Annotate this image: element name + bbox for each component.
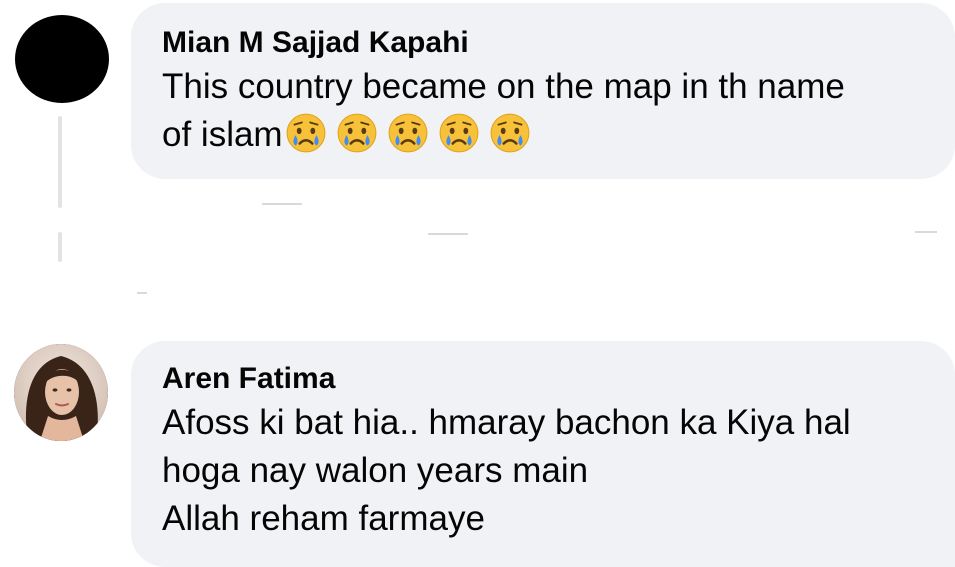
crying-face-icon: [337, 113, 377, 153]
divider: [137, 292, 147, 294]
thread-line: [58, 116, 62, 208]
crying-face-icon: [439, 113, 479, 153]
comment-author[interactable]: Mian M Sajjad Kapahi: [162, 25, 955, 63]
comment-text-line: of islam: [162, 111, 955, 159]
comment-text-line: This country became on the map in th nam…: [162, 67, 845, 106]
crying-face-icon: [286, 113, 326, 153]
comment-bubble: Aren Fatima Afoss ki bat hia.. hmaray ba…: [131, 341, 955, 567]
crying-face-icon: [388, 113, 428, 153]
divider: [262, 203, 302, 205]
comment-bubble: Mian M Sajjad Kapahi This country became…: [131, 3, 955, 179]
comment-text: Afoss ki bat hia.. hmaray bachon ka Kiya…: [162, 399, 955, 543]
comment-text-line: Allah reham farmaye: [162, 499, 485, 538]
emoji-row: [285, 112, 540, 167]
avatar-mian-m-sajjad-kapahi[interactable]: [15, 15, 109, 103]
thread-line: [58, 232, 62, 262]
avatar-aren-fatima[interactable]: [14, 344, 108, 441]
profile-photo: [14, 344, 108, 441]
divider: [428, 233, 468, 235]
comment-text-line: hoga nay walon years main: [162, 451, 589, 490]
crying-face-icon: [490, 113, 530, 153]
comment-text-line: Afoss ki bat hia.. hmaray bachon ka Kiya…: [162, 403, 851, 442]
divider: [915, 231, 937, 233]
comment-author[interactable]: Aren Fatima: [162, 361, 955, 399]
comment-text: This country became on the map in th nam…: [162, 63, 955, 159]
comment-text-line-content: of islam: [162, 115, 283, 154]
